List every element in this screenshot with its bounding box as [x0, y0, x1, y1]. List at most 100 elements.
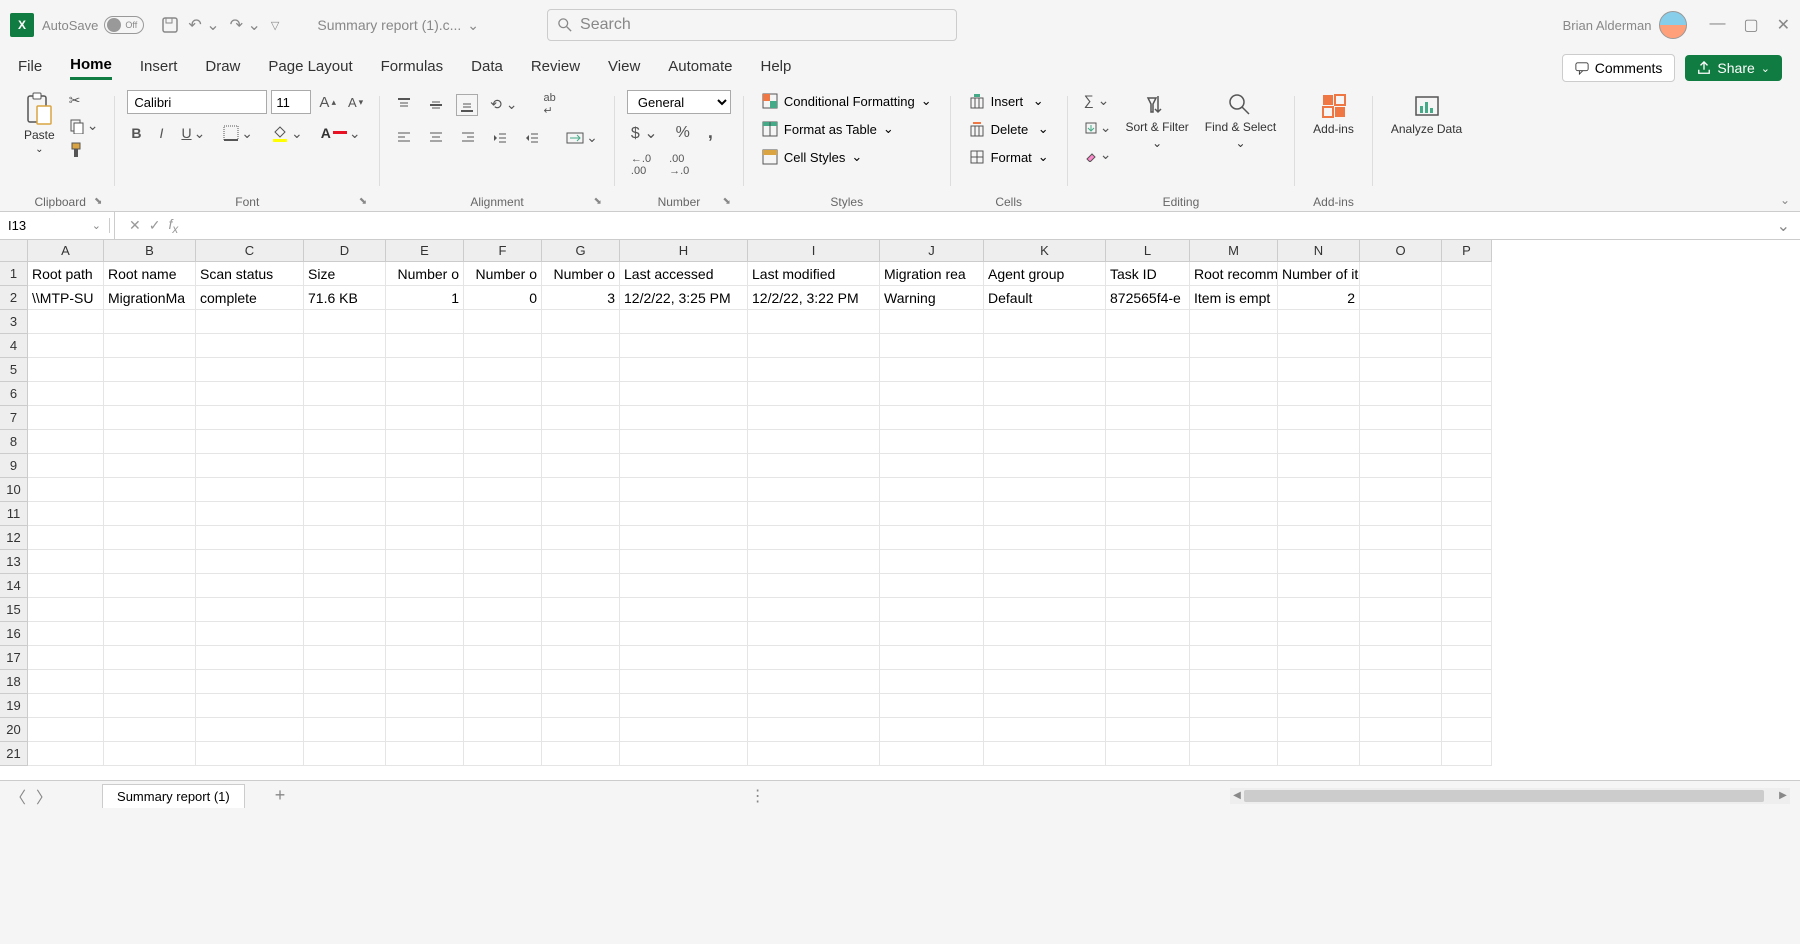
cell[interactable]	[1442, 382, 1492, 406]
cell[interactable]: Last accessed	[620, 262, 748, 286]
cell[interactable]	[748, 430, 880, 454]
cell[interactable]	[386, 430, 464, 454]
fill-color-button[interactable]: ⌄	[267, 122, 307, 144]
cell[interactable]	[1190, 382, 1278, 406]
cell[interactable]	[748, 694, 880, 718]
cell[interactable]	[1106, 670, 1190, 694]
tab-data[interactable]: Data	[471, 58, 503, 79]
cell[interactable]	[104, 574, 196, 598]
cell[interactable]	[620, 550, 748, 574]
autosave-toggle[interactable]: Off	[104, 16, 144, 34]
cell[interactable]	[1442, 670, 1492, 694]
spreadsheet-grid[interactable]: ABCDEFGHIJKLMNOP 12345678910111213141516…	[0, 240, 1800, 780]
cell[interactable]	[1106, 646, 1190, 670]
cell[interactable]	[1442, 694, 1492, 718]
cell[interactable]	[620, 622, 748, 646]
cell[interactable]	[1278, 478, 1360, 502]
cell[interactable]	[1106, 310, 1190, 334]
cell[interactable]: 0	[464, 286, 542, 310]
underline-button[interactable]: U ⌄	[177, 123, 209, 144]
cell[interactable]	[880, 742, 984, 766]
cell[interactable]	[984, 694, 1106, 718]
cell[interactable]	[542, 358, 620, 382]
tab-home[interactable]: Home	[70, 56, 112, 80]
cell[interactable]	[1106, 526, 1190, 550]
cell[interactable]	[1442, 286, 1492, 310]
cell[interactable]	[984, 526, 1106, 550]
cell[interactable]	[1190, 334, 1278, 358]
conditional-formatting-button[interactable]: Conditional Formatting ⌄	[756, 90, 938, 112]
cell[interactable]	[1442, 574, 1492, 598]
cell[interactable]	[984, 598, 1106, 622]
find-select-button[interactable]: Find & Select ⌄	[1199, 90, 1282, 152]
cell[interactable]	[304, 454, 386, 478]
cell[interactable]	[620, 502, 748, 526]
cell[interactable]	[880, 334, 984, 358]
borders-button[interactable]: ⌄	[219, 123, 257, 144]
cell[interactable]	[542, 478, 620, 502]
cell[interactable]	[1278, 574, 1360, 598]
grow-font-button[interactable]: A▴	[315, 92, 340, 113]
cell[interactable]	[542, 334, 620, 358]
cell[interactable]: 3	[542, 286, 620, 310]
cell[interactable]	[104, 526, 196, 550]
cell[interactable]	[1190, 574, 1278, 598]
cell[interactable]: Number o	[542, 262, 620, 286]
merge-center-button[interactable]: ⌄	[562, 127, 602, 148]
cell[interactable]	[542, 382, 620, 406]
cell[interactable]	[386, 358, 464, 382]
column-header[interactable]: D	[304, 240, 386, 262]
cell[interactable]	[880, 502, 984, 526]
cell[interactable]	[104, 646, 196, 670]
bold-button[interactable]: B	[127, 123, 145, 143]
cell[interactable]: Number o	[386, 262, 464, 286]
cell[interactable]	[464, 358, 542, 382]
cell[interactable]	[1442, 718, 1492, 742]
analyze-data-button[interactable]: Analyze Data	[1385, 90, 1468, 138]
cell[interactable]	[386, 526, 464, 550]
expand-formula-bar-icon[interactable]: ⌄	[1767, 216, 1800, 236]
cell[interactable]	[1106, 742, 1190, 766]
cell[interactable]	[620, 694, 748, 718]
row-header[interactable]: 11	[0, 502, 28, 526]
cell[interactable]	[1442, 526, 1492, 550]
tab-insert[interactable]: Insert	[140, 58, 178, 79]
cell[interactable]	[386, 310, 464, 334]
cell[interactable]: \\MTP-SU	[28, 286, 104, 310]
cell[interactable]	[28, 478, 104, 502]
cell[interactable]	[28, 358, 104, 382]
cell[interactable]	[1190, 598, 1278, 622]
account-button[interactable]: Brian Alderman	[1563, 11, 1688, 39]
cell[interactable]	[1106, 454, 1190, 478]
align-bottom-button[interactable]	[456, 94, 478, 116]
cell[interactable]	[28, 550, 104, 574]
cell[interactable]	[104, 622, 196, 646]
cell[interactable]	[196, 550, 304, 574]
cell[interactable]	[1360, 574, 1442, 598]
cell[interactable]	[464, 718, 542, 742]
cell[interactable]	[304, 358, 386, 382]
cell[interactable]: 71.6 KB	[304, 286, 386, 310]
cell[interactable]: Number of items with recomm	[1278, 262, 1360, 286]
cell[interactable]: 12/2/22, 3:25 PM	[620, 286, 748, 310]
cell[interactable]	[1360, 382, 1442, 406]
cell[interactable]	[1106, 502, 1190, 526]
row-header[interactable]: 16	[0, 622, 28, 646]
addins-button[interactable]: Add-ins	[1307, 90, 1360, 138]
cell[interactable]	[1190, 718, 1278, 742]
cell[interactable]	[28, 454, 104, 478]
cell[interactable]	[542, 310, 620, 334]
cell[interactable]	[196, 430, 304, 454]
column-header[interactable]: K	[984, 240, 1106, 262]
cell[interactable]	[104, 742, 196, 766]
cell[interactable]	[748, 502, 880, 526]
cell[interactable]: Number o	[464, 262, 542, 286]
cell[interactable]	[1360, 430, 1442, 454]
add-sheet-button[interactable]: +	[275, 785, 286, 806]
cell[interactable]	[104, 694, 196, 718]
cell[interactable]	[542, 598, 620, 622]
cell[interactable]	[28, 430, 104, 454]
tab-formulas[interactable]: Formulas	[381, 58, 444, 79]
cell[interactable]	[984, 478, 1106, 502]
cell[interactable]	[104, 550, 196, 574]
